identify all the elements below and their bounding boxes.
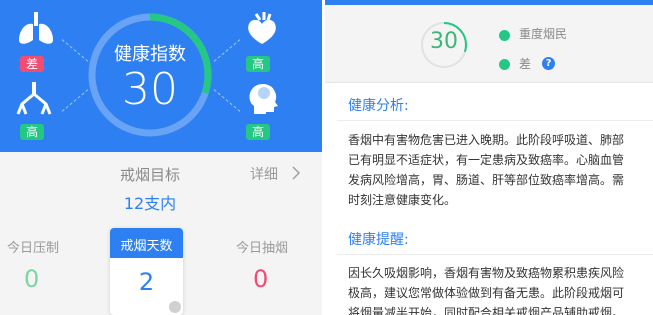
lungs-icon: [19, 12, 53, 44]
connector-line: [61, 89, 89, 112]
home-panel: 差 高 高 高 健康指数 30 戒烟目标 12支内 详细 今日压制 0 戒烟天数…: [0, 0, 322, 315]
quit-goal-value: 12支内: [123, 194, 177, 213]
today-smoked-value: 0: [253, 265, 269, 293]
analysis-line: 时刻注意健康变化。: [348, 193, 457, 207]
brain-head-icon: [249, 84, 278, 114]
quit-days-value: 2: [138, 268, 155, 296]
analysis-panel: 30 重度烟民 差 ? 健康分析: 香烟中有害物危害已进入晚期。此阶段呼吸道、肺…: [325, 0, 653, 315]
today-suppressed-value: 0: [24, 265, 40, 293]
heart-level-badge: 高: [246, 56, 270, 72]
health-index-value: 30: [122, 64, 178, 115]
connector-line: [213, 39, 241, 62]
health-status: 差: [519, 57, 532, 71]
score-value: 30: [430, 29, 458, 54]
analysis-line: 香烟中有害物危害已进入晚期。此阶段呼吸道、肺部: [348, 133, 625, 147]
analysis-line: 已有明显不适症状，有一定患病及致癌率。心脑血管: [348, 153, 625, 167]
divider: [337, 120, 653, 121]
health-analysis-text: 香烟中有害物危害已进入晚期。此阶段呼吸道、肺部 已有明显不适症状，有一定患病及致…: [348, 130, 648, 210]
status-dot: [499, 59, 510, 70]
bronchi-level-badge: 高: [20, 124, 44, 140]
chevron-right-icon[interactable]: [291, 165, 301, 181]
quit-days-calendar[interactable]: 戒烟天数 2: [110, 228, 183, 315]
brain-level-badge: 高: [246, 124, 270, 140]
score-summary: 30 重度烟民 差 ?: [325, 5, 653, 83]
detail-link[interactable]: 详细: [250, 164, 278, 184]
smoker-rank: 重度烟民: [519, 27, 568, 41]
rank-dot: [499, 30, 510, 41]
heart-icon: [248, 12, 276, 44]
connector-line: [213, 89, 241, 112]
divider: [337, 254, 653, 255]
connector-line: [61, 39, 89, 62]
tip-line: 将烟量减半开始，同时配合相关戒烟产品辅助戒烟。: [348, 306, 625, 315]
lungs-level-badge: 差: [20, 56, 44, 72]
today-suppressed-label: 今日压制: [7, 241, 60, 256]
analysis-line: 发病风险增高，胃、肠道、肝等部位致癌率增高。需: [348, 173, 625, 187]
quit-days-label: 戒烟天数: [120, 239, 173, 254]
health-tip-text: 因长久吸烟影响，香烟有害物及致癌物累积患疾风险 极高，建议您常做体验做到有备无患…: [348, 263, 648, 315]
health-index-label: 健康指数: [114, 44, 186, 65]
today-smoked-label: 今日抽烟: [236, 241, 289, 256]
tip-line: 极高，建议您常做体验做到有备无患。此阶段戒烟可: [348, 286, 625, 300]
bronchi-icon: [16, 82, 52, 115]
tip-line: 因长久吸烟影响，香烟有害物及致癌物累积患疾风险: [348, 266, 625, 280]
help-icon[interactable]: ?: [542, 57, 555, 70]
page-curl-icon: [169, 301, 181, 313]
health-header: 差 高 高 高 健康指数 30: [0, 0, 322, 152]
health-analysis-title: 健康分析:: [348, 98, 409, 114]
health-tip-title: 健康提醒:: [348, 232, 409, 248]
